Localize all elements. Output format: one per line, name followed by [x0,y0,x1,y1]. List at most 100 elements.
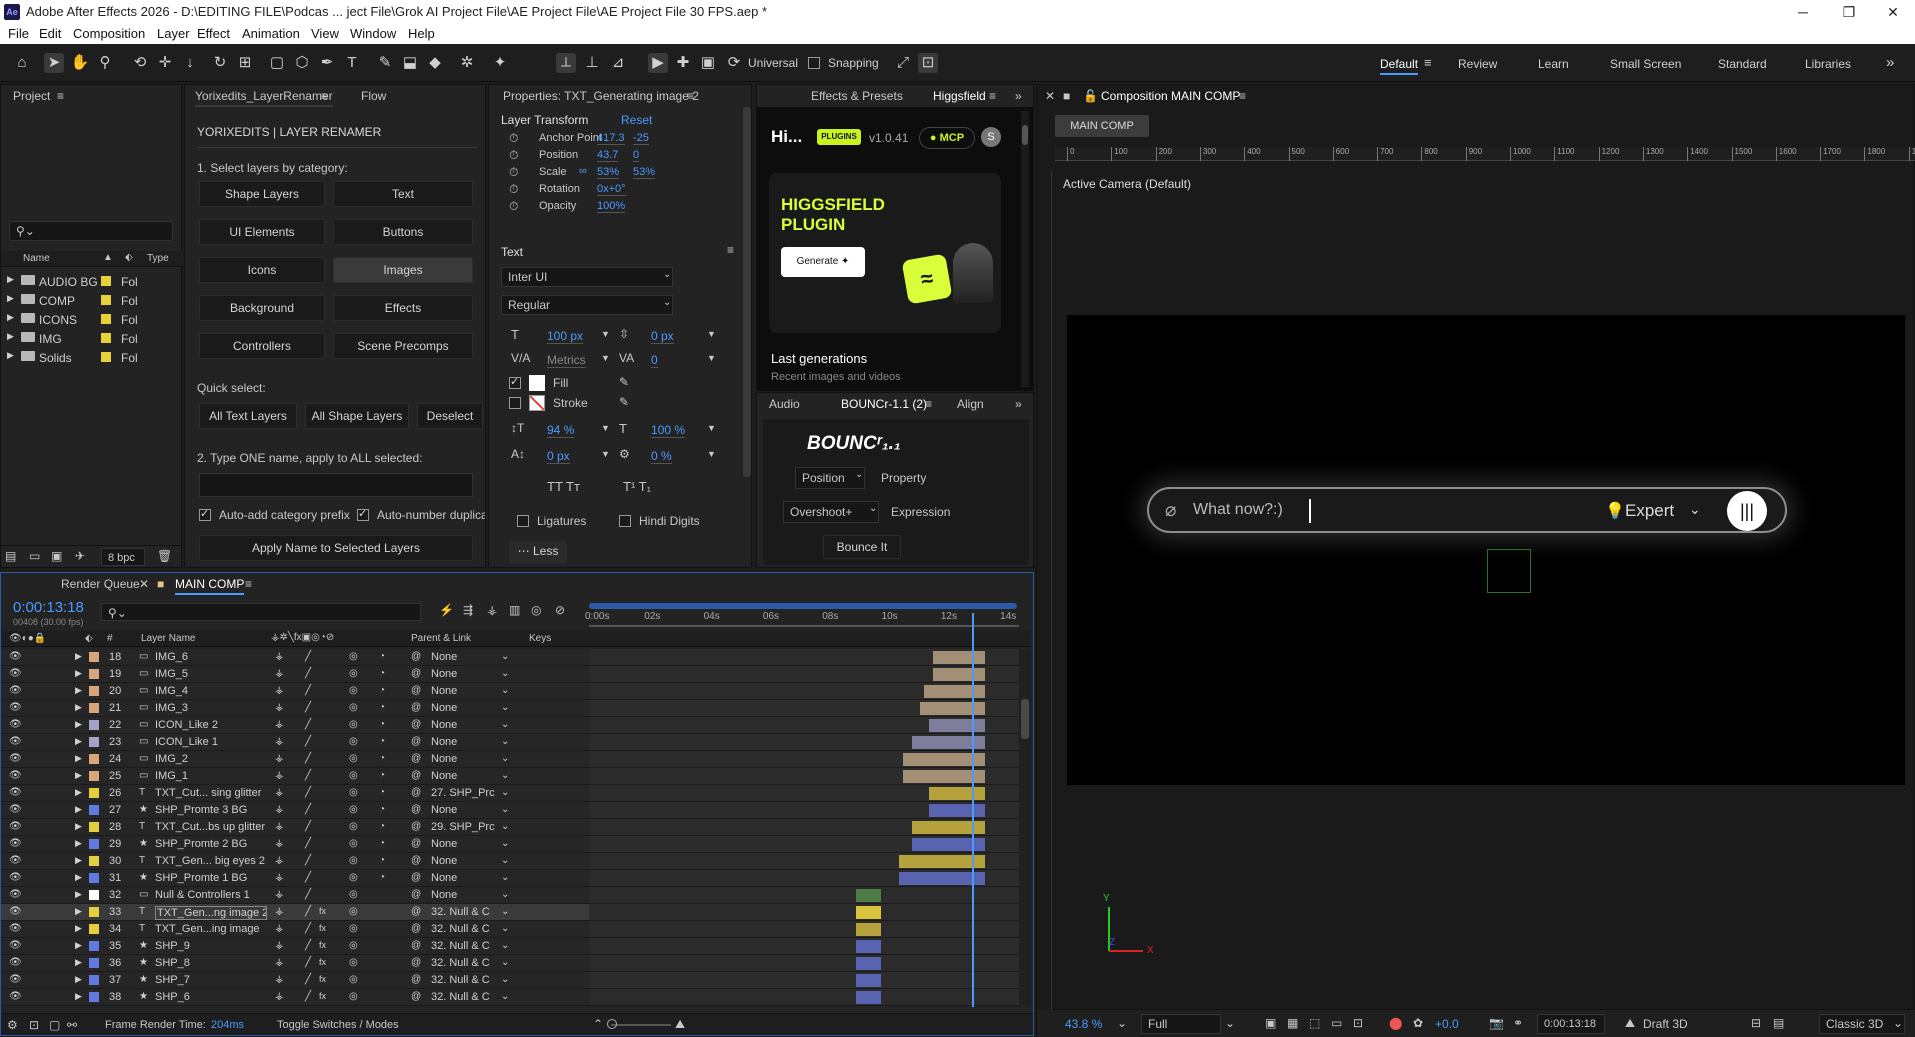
comp-canvas[interactable]: ⌀ What now?:) 💡 Expert ⌄ ||| [1067,315,1905,785]
motion-blur-switch-icon[interactable]: ◎ [349,719,358,730]
pick-whip-icon[interactable]: @ [411,889,421,900]
3d-layer-switch-icon[interactable]: ◔ [379,838,385,849]
pick-whip-icon[interactable]: @ [411,906,421,917]
snap-target-icon[interactable]: ⊡ [918,53,938,73]
higgsfield-tab[interactable]: Higgsfield [933,85,986,107]
workspace-review[interactable]: Review [1458,57,1497,71]
shy-switch-icon[interactable]: ⚶ [275,991,284,1002]
effects-presets-tab[interactable]: Effects & Presets [811,85,903,107]
parent-select[interactable]: None [431,651,503,663]
stroke-checkbox[interactable] [509,397,521,409]
new-folder-icon[interactable]: ▭ [29,549,40,563]
in-out-icon[interactable]: ▢ [49,1018,60,1032]
properties-scrollbar[interactable] [743,107,751,477]
layer-name[interactable]: TXT_Gen...ing image [155,923,267,935]
world-axis-icon[interactable]: ✚ [673,53,693,73]
comp-close-icon[interactable]: ✕ [1045,85,1055,107]
quality-switch-icon[interactable]: ╱ [305,719,311,730]
home-icon[interactable]: ⌂ [12,53,32,73]
label-swatch[interactable] [89,805,99,815]
ui-elements-button[interactable]: UI Elements [199,219,325,245]
baseline-shift-value[interactable]: 0 px [547,449,570,464]
quality-switch-icon[interactable]: ╱ [305,651,311,662]
universal-label[interactable]: Universal [748,56,798,70]
eye-icon[interactable]: 👁 [9,753,22,764]
zoom-slider[interactable] [611,1024,671,1026]
maximize-icon[interactable]: ❐ [1826,2,1872,22]
scroll-thumb[interactable] [1022,125,1028,145]
snapping-checkbox[interactable] [808,57,820,69]
project-tab[interactable]: Project [13,85,50,107]
menu-edit[interactable]: Edit [39,26,61,41]
eye-icon[interactable]: 👁 [9,855,22,866]
label-swatch[interactable] [89,703,99,713]
rotate-tool-icon[interactable]: ↻ [210,53,230,73]
graph-editor-icon[interactable]: ⊘ [555,603,565,617]
layer-duration-bar[interactable] [933,651,985,664]
chevron-right-icon[interactable]: ▶ [75,804,82,815]
pick-whip-icon[interactable]: @ [411,957,421,968]
shy-switch-icon[interactable]: ⚶ [275,736,284,747]
pick-whip-icon[interactable]: @ [411,991,421,1002]
chevron-right-icon[interactable]: ▶ [75,991,82,1002]
mcp-status-badge[interactable]: ● MCP [919,127,975,149]
shy-switch-icon[interactable]: ⚶ [275,685,284,696]
3d-layer-switch-icon[interactable]: ◔ [379,736,385,747]
menu-animation[interactable]: Animation [242,26,300,41]
menu-composition[interactable]: Composition [73,26,145,41]
layer-name[interactable]: Null & Controllers 1 [155,889,267,901]
label-swatch[interactable] [89,669,99,679]
chevron-right-icon[interactable]: ▶ [75,838,82,849]
motion-blur-switch-icon[interactable]: ◎ [349,804,358,815]
shy-switch-icon[interactable]: ⚶ [275,719,284,730]
chevron-right-icon[interactable]: ▶ [75,923,82,934]
property-value-2[interactable]: 0 [633,149,640,162]
chevron-down-icon[interactable]: ⌄ [501,668,509,679]
quality-switch-icon[interactable]: ╱ [305,974,311,985]
fx-switch-icon[interactable]: fx [319,957,326,967]
fx-switch-icon[interactable]: fx [319,991,326,1001]
chevron-right-icon[interactable]: ▶ [75,821,82,832]
label-swatch[interactable] [89,652,99,662]
effects-button[interactable]: Effects [333,295,473,321]
table-row[interactable]: 👁 ▶ 31 ★ SHP_Promte 1 BG ⚶ ╱ ◎ ◔ @ None ⌄ [1,870,1031,887]
shy-switch-icon[interactable]: ⚶ [275,753,284,764]
property-value[interactable]: 417.3 [597,132,625,145]
chevron-down-icon[interactable]: ⌄ [501,753,509,764]
chevron-down-icon[interactable]: ⌄ [501,804,509,815]
eraser-tool-icon[interactable]: ◆ [425,53,445,73]
motion-blur-switch-icon[interactable]: ◎ [349,753,358,764]
anchor-tool-icon[interactable]: ⊞ [235,53,255,73]
eye-icon[interactable]: 👁 [9,804,22,815]
pick-whip-icon[interactable]: @ [411,821,421,832]
parent-select[interactable]: None [431,668,503,680]
higgsfield-menu-icon[interactable]: ≡ [989,85,996,107]
layer-name[interactable]: SHP_9 [155,940,267,952]
flow-tab[interactable]: Flow [361,85,386,107]
font-size-value[interactable]: 100 px [547,329,584,344]
zoom-slider-thumb[interactable] [607,1019,617,1029]
quality-switch-icon[interactable]: ╱ [305,736,311,747]
parent-select[interactable]: None [431,736,503,748]
properties-tab[interactable]: Properties: TXT_Generating image 2 [503,85,699,107]
shy-switch-icon[interactable]: ⚶ [275,940,284,951]
interpret-footage-icon[interactable]: ▤ [5,549,16,563]
parent-select[interactable]: 27. SHP_Prc [431,787,503,799]
chevron-right-icon[interactable]: ▶ [7,293,14,304]
chevron-right-icon[interactable]: ▶ [75,702,82,713]
layer-name[interactable]: IMG_1 [155,770,267,782]
label-swatch[interactable] [89,839,99,849]
chevron-right-icon[interactable]: ▶ [75,736,82,747]
chevron-right-icon[interactable]: ▶ [75,855,82,866]
chevron-down-icon[interactable]: ⌄ [501,889,509,900]
chevron-down-icon[interactable]: ⌄ [1225,1016,1235,1030]
eye-icon[interactable]: 👁 [9,957,22,968]
motion-blur-switch-icon[interactable]: ◎ [349,923,358,934]
chevron-down-icon[interactable]: ⌄ [1117,1016,1127,1030]
chevron-down-icon[interactable]: ⌄ [501,940,509,951]
timeline-scrollbar[interactable] [1019,649,1031,1007]
eye-icon[interactable]: 👁 [9,821,22,832]
bpc-button[interactable]: 8 bpc [101,548,145,566]
pick-whip-icon[interactable]: @ [411,787,421,798]
parent-select[interactable]: 32. Null & C [431,974,503,986]
